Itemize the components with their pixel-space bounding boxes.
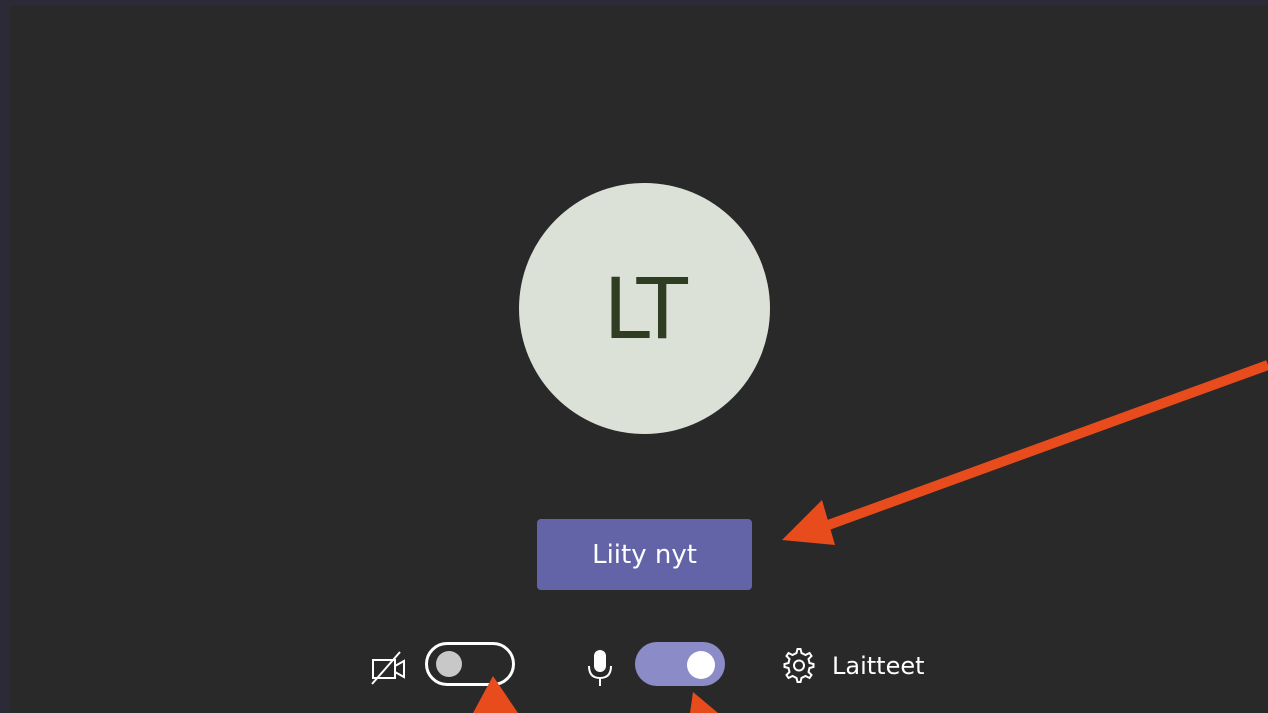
- camera-toggle[interactable]: [425, 642, 515, 686]
- microphone-toggle-knob: [687, 651, 715, 679]
- microphone-toggle[interactable]: [635, 642, 725, 686]
- gear-icon: [783, 648, 815, 683]
- microphone-icon: [588, 650, 612, 686]
- app-window: LT Liity nyt Laitteet: [0, 0, 1268, 713]
- camera-off-icon: [371, 651, 405, 685]
- devices-label: Laitteet: [832, 652, 925, 680]
- devices-button[interactable]: Laitteet: [780, 646, 925, 686]
- avatar: LT: [519, 183, 770, 434]
- join-now-button[interactable]: Liity nyt: [537, 519, 752, 590]
- avatar-initials: LT: [603, 259, 688, 358]
- media-controls: Laitteet: [0, 638, 1268, 698]
- camera-toggle-knob: [436, 651, 462, 677]
